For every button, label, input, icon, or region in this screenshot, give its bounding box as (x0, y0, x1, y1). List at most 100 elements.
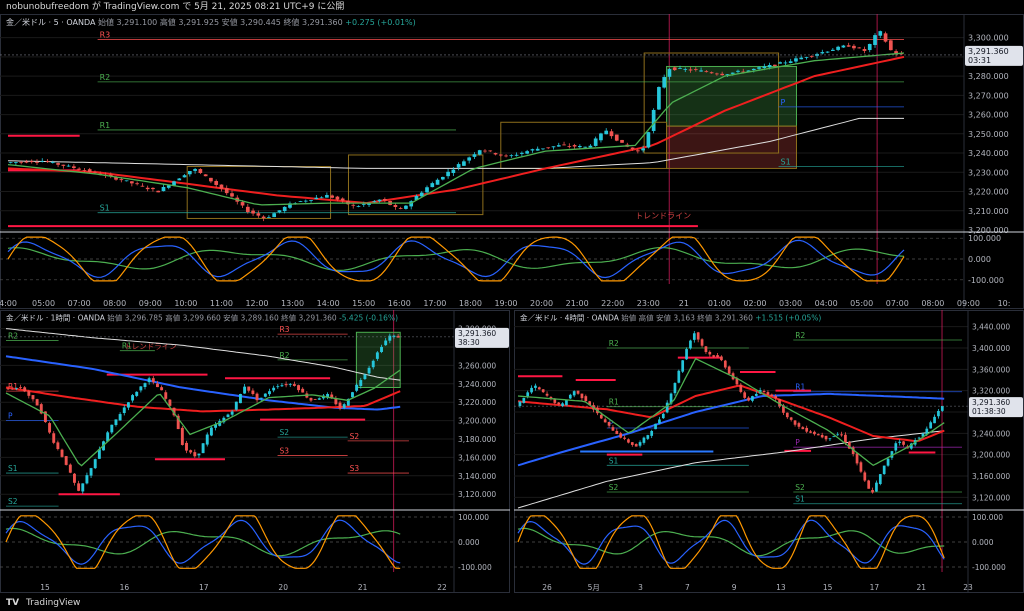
candle-body (151, 187, 155, 190)
osc-tick-label: -100.000 (458, 563, 492, 572)
chart-panel-h1[interactable]: 3,120.000 3,140.000 3,160.000 3,180.000 3,20… (0, 310, 510, 593)
pivot-level-label: R2 (795, 331, 805, 340)
candle-body (187, 171, 192, 175)
candle-body (754, 393, 758, 396)
chart-panel-m5[interactable]: 3,200.0003,210.0003,220.0003,230.0003,24… (0, 14, 1024, 309)
pivot-level-label: R3 (100, 31, 111, 40)
candle-body (224, 188, 229, 194)
candle-body (607, 421, 611, 426)
candle-body (493, 153, 498, 155)
candle-body (85, 475, 89, 484)
candle-body (73, 473, 76, 483)
candle-body (762, 66, 767, 68)
candle-body (836, 434, 840, 436)
candle-body (578, 145, 582, 148)
candle-body (583, 146, 587, 148)
candle-body (483, 150, 487, 152)
candle-body (693, 69, 698, 70)
candle-body (342, 404, 346, 408)
pivot-level-label: R2 (8, 332, 18, 341)
candle-body (19, 387, 22, 388)
x-tick-label: 21:00 (566, 299, 589, 308)
candle-body (50, 162, 55, 163)
candle-body (522, 397, 526, 403)
x-tick-label: 16 (120, 583, 130, 592)
candle-body (282, 206, 287, 212)
y-tick-label: 3,220.000 (458, 398, 496, 407)
candle-body (584, 396, 588, 402)
candle-body (709, 72, 714, 74)
candle-body (689, 340, 692, 349)
candle-body (667, 69, 672, 77)
x-tick-label: 20:00 (530, 299, 553, 308)
candle-body (514, 154, 519, 156)
candle-body (193, 452, 197, 457)
candle-body (375, 352, 379, 359)
candle-body (824, 435, 828, 440)
candle-body (882, 465, 886, 475)
x-tick-label: 07:00 (886, 299, 909, 308)
pivot-level-label: S3 (350, 464, 360, 473)
candle-body (335, 196, 340, 200)
candle-body (277, 210, 282, 213)
candle-body (193, 168, 197, 171)
candle-body (840, 434, 843, 436)
candle-body (143, 383, 147, 388)
legend-item: 終値 (283, 17, 302, 27)
candle-body (160, 387, 164, 391)
candle-body (72, 166, 76, 168)
x-tick-label: 19:00 (494, 299, 517, 308)
candle-body (156, 190, 161, 193)
candle-body (77, 168, 81, 170)
candle-body (609, 131, 614, 137)
candle-body (805, 427, 809, 432)
candle-body (317, 398, 321, 400)
candle-body (319, 197, 324, 199)
candle-body (672, 67, 677, 71)
candle-body (126, 402, 130, 408)
y-tick-label: 3,250.000 (968, 130, 1009, 139)
candle-body (857, 47, 862, 49)
y-tick-label: 3,160.000 (972, 472, 1010, 481)
pivot-level-label: S2 (280, 428, 290, 437)
candle-body (325, 195, 329, 198)
x-tick-label: 05:00 (850, 299, 873, 308)
x-tick-label: 09:00 (139, 299, 162, 308)
candle-body (393, 204, 398, 208)
pivot-level-label: S1 (8, 464, 18, 473)
candle-body (467, 157, 472, 161)
candle-body (886, 458, 890, 466)
price-tag-countdown: 03:31 (968, 56, 991, 65)
candle-body (139, 386, 143, 391)
candle-body (593, 138, 598, 146)
candle-body (404, 205, 408, 209)
pivot-level-label: R2 (609, 339, 619, 348)
candle-body (189, 450, 193, 453)
candle-body (766, 392, 770, 395)
candle-body (878, 474, 882, 484)
candle-body (451, 169, 456, 174)
candle-body (852, 45, 856, 49)
candle-body (230, 411, 234, 415)
pivot-level-label: S2 (609, 483, 619, 492)
y-tick-label: 3,140.000 (458, 472, 496, 481)
candle-body (657, 87, 661, 110)
candle-body (757, 67, 761, 69)
candle-body (720, 73, 725, 76)
candle-body (356, 206, 361, 208)
candle-body (82, 170, 87, 171)
candle-body (799, 57, 804, 60)
candle-body (226, 414, 230, 418)
x-tick-label: 07:00 (68, 299, 91, 308)
candle-body (855, 453, 859, 464)
chart-panel-h4[interactable]: 3,120.000 3,160.000 3,200.000 3,240.000 3,32… (514, 310, 1024, 593)
candle-body (751, 68, 756, 71)
candle-body (828, 438, 832, 440)
candle-body (685, 349, 688, 360)
chart-title: 金／米ドル · 4時間 · OANDA (520, 313, 621, 323)
candle-body (334, 398, 338, 405)
candle-body (716, 355, 719, 358)
candle-body (546, 147, 551, 149)
candle-body (147, 378, 151, 383)
candle-body (309, 397, 313, 401)
